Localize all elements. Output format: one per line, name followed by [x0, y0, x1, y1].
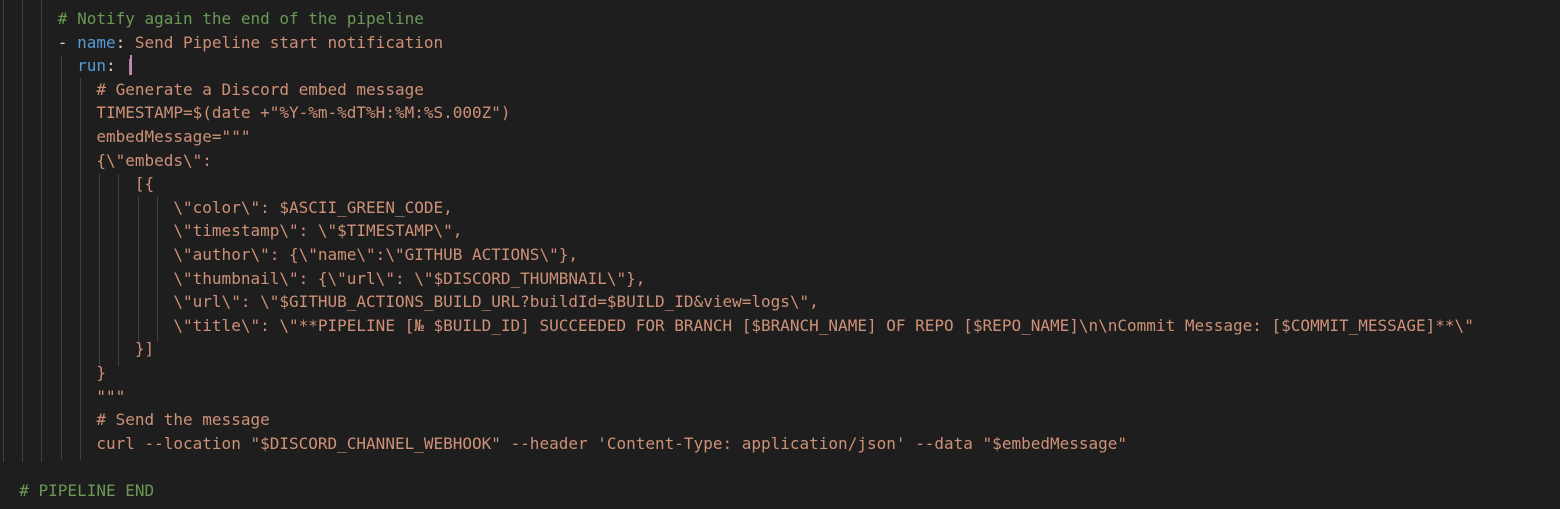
code-line[interactable]: TIMESTAMP=$(date +"%Y-%m-%dT%H:%M:%S.000…	[0, 101, 511, 125]
token-str: {\"embeds\":	[96, 150, 212, 170]
code-line[interactable]: \"author\": {\"name\":\"GITHUB ACTIONS\"…	[0, 243, 578, 267]
token-str: }]	[134, 339, 155, 359]
code-line[interactable]: }]	[0, 337, 154, 361]
code-line[interactable]: """	[0, 385, 125, 409]
code-line[interactable]: [{	[0, 172, 154, 196]
token-str: \"thumbnail\": {\"url\": \"$DISCORD_THUM…	[173, 268, 646, 288]
token-key: name	[77, 32, 116, 52]
code-line[interactable]: \"url\": \"$GITHUB_ACTIONS_BUILD_URL?bui…	[0, 290, 819, 314]
code-line[interactable]: embedMessage="""	[0, 125, 250, 149]
code-line[interactable]: \"title\": \"**PIPELINE [№ $BUILD_ID] SU…	[0, 314, 1474, 338]
token-str: """	[96, 386, 126, 406]
token-str: \"author\": {\"name\":\"GITHUB ACTIONS\"…	[173, 245, 578, 264]
code-line[interactable]: # Send the message	[0, 408, 270, 432]
code-line[interactable]: - name: Send Pipeline start notification	[0, 31, 443, 55]
token-comment: # PIPELINE END	[19, 481, 155, 500]
code-line[interactable]: \"color\": $ASCII_GREEN_CODE,	[0, 196, 453, 220]
code-line[interactable]: \"thumbnail\": {\"url\": \"$DISCORD_THUM…	[0, 267, 645, 291]
token-comment: # Notify again the end of the pipeline	[57, 9, 424, 28]
token-str: \"url\": \"$GITHUB_ACTIONS_BUILD_URL?bui…	[173, 292, 819, 312]
text-cursor	[130, 55, 132, 75]
token-str: # Send the message	[96, 410, 270, 430]
token-str: }	[96, 363, 106, 382]
code-editor[interactable]: # Notify again the end of the pipeline -…	[0, 0, 1560, 509]
code-line[interactable]: # Generate a Discord embed message	[0, 78, 424, 102]
token-str: TIMESTAMP=$(date +"%Y-%m-%dT%H:%M:%S.000…	[96, 103, 511, 123]
token-str: Send Pipeline start notification	[134, 32, 444, 52]
token-punct: :	[115, 32, 135, 52]
token-str: \"color\": $ASCII_GREEN_CODE,	[173, 197, 453, 217]
token-str: embedMessage="""	[96, 127, 251, 146]
token-str: \"title\": \"**PIPELINE [№ $BUILD_ID] SU…	[173, 315, 1474, 335]
token-str: # Generate a Discord embed message	[96, 79, 424, 99]
code-line[interactable]: # PIPELINE END	[0, 479, 154, 503]
code-line[interactable]: run: |	[0, 54, 135, 78]
token-str: [{	[134, 174, 155, 194]
token-key: run	[77, 56, 106, 76]
token-punct: :	[105, 56, 126, 76]
code-line[interactable]: }	[0, 361, 106, 385]
code-line[interactable]: {\"embeds\":	[0, 149, 212, 173]
code-line[interactable]: curl --location "$DISCORD_CHANNEL_WEBHOO…	[0, 432, 1127, 456]
token-punct: -	[57, 32, 78, 52]
token-str: curl --location "$DISCORD_CHANNEL_WEBHOO…	[96, 433, 1128, 453]
code-line[interactable]: \"timestamp\": \"$TIMESTAMP\",	[0, 219, 462, 243]
code-line[interactable]: # Notify again the end of the pipeline	[0, 7, 424, 31]
token-str: \"timestamp\": \"$TIMESTAMP\",	[173, 221, 463, 241]
